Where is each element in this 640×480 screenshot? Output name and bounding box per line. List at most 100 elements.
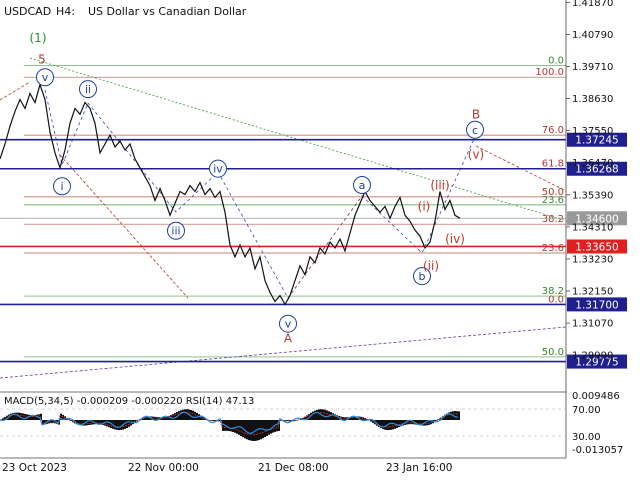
price-tick-label: 1.39710 [572, 62, 613, 73]
fib-level-label: 23.6 [542, 195, 564, 206]
macd-bar [174, 413, 176, 420]
wave-label: B [472, 107, 480, 121]
macd-bar [180, 410, 182, 420]
macd-tick-low: -0.013057 [572, 445, 623, 456]
price-tick-label: 1.32150 [572, 287, 613, 298]
fib-level-label: 38.2 [542, 214, 564, 225]
wave-label: iv [213, 163, 223, 176]
fib-level-label: 0.0 [548, 55, 564, 66]
macd-bar [316, 409, 318, 420]
macd-bar [266, 420, 268, 436]
wave-label: (ii) [423, 259, 439, 273]
macd-bar [120, 420, 122, 430]
time-tick-1: 23 Oct 2023 [2, 462, 67, 474]
fib-level-label: 50.0 [542, 347, 564, 358]
macd-bar [172, 414, 174, 420]
wave-label: (iii) [430, 179, 449, 193]
macd-bar [456, 411, 458, 420]
macd-bar [246, 420, 248, 440]
macd-bar [182, 409, 184, 420]
macd-bar [114, 420, 116, 430]
wave-label: 5 [38, 52, 46, 66]
macd-bar [382, 420, 384, 430]
time-tick-4: 23 Jan 16:00 [386, 462, 452, 474]
macd-bar [450, 411, 452, 420]
macd-bar [222, 420, 224, 431]
macd-bar [194, 411, 196, 420]
rsi-tick-30: 30.00 [572, 432, 601, 443]
time-tick-3: 21 Dec 08:00 [258, 462, 329, 474]
indicator-title: MACD(5,34,5) -0.000209 -0.000220 RSI(14)… [4, 396, 254, 407]
wave-label: iii [171, 225, 180, 238]
chart: 0.0100.076.061.850.023.638.223.638.20.05… [0, 0, 640, 480]
macd-bar [398, 420, 400, 428]
macd-tick-high: 0.009486 [572, 391, 620, 402]
price-tick-label: 1.38630 [572, 94, 613, 105]
price-tick-label: 1.29990 [572, 351, 613, 362]
price-tick-label: 1.34310 [572, 222, 613, 233]
timeframe-label: H4: [56, 5, 75, 18]
macd-bar [318, 409, 320, 420]
macd-bar [186, 409, 188, 420]
fib-level-label: 23.6 [542, 243, 564, 254]
key-level-label: 1.33650 [575, 241, 618, 253]
macd-bar [230, 420, 232, 432]
macd-bar [270, 420, 272, 434]
price-tick-label: 1.37550 [572, 126, 613, 137]
wave-label: i [60, 180, 63, 193]
price-tick-label: 1.35390 [572, 190, 613, 201]
macd-bar [276, 420, 278, 432]
wave-label: v [285, 318, 292, 331]
macd-bar [108, 420, 110, 428]
macd-bar [248, 420, 250, 441]
wave-label: c [472, 124, 478, 137]
wave-label: (iv) [445, 232, 465, 246]
wave-label: (v) [468, 147, 484, 161]
header: USDCAD H4: US Dollar vs Canadian Dollar [4, 5, 247, 18]
macd-bar [118, 420, 120, 431]
macd-bar [228, 420, 230, 432]
macd-bar [260, 420, 262, 440]
macd-bar [184, 409, 186, 420]
macd-bar [392, 420, 394, 430]
key-level-label: 1.31700 [575, 299, 618, 311]
macd-bar [16, 412, 18, 420]
price-tick-label: 1.31070 [572, 319, 613, 330]
macd-bar [454, 411, 456, 420]
fib-level-label: 76.0 [542, 125, 564, 136]
macd-bar [128, 420, 130, 427]
macd-bar [324, 409, 326, 420]
macd-bar [264, 420, 266, 438]
price-tick-label: 1.41870 [572, 0, 613, 9]
macd-bar [390, 420, 392, 430]
macd-bar [258, 420, 260, 441]
wave-label: A [284, 332, 293, 346]
time-tick-2: 22 Nov 00:00 [128, 462, 199, 474]
macd-bar [234, 420, 236, 433]
rsi-tick-70: 70.00 [572, 405, 601, 416]
wave-label: (i) [418, 199, 431, 213]
fib-level-label: 100.0 [535, 67, 564, 78]
macd-bar [250, 420, 252, 441]
macd-bar [268, 420, 270, 435]
macd-bar [332, 413, 334, 420]
macd-bar [252, 420, 254, 441]
price-tick-label: 1.40790 [572, 30, 613, 41]
symbol-label: USDCAD [4, 5, 51, 18]
macd-bar [106, 420, 108, 427]
price-tick-label: 1.33230 [572, 254, 613, 265]
macd-bar [116, 420, 118, 430]
price-tick-label: 1.36470 [572, 158, 613, 169]
wave-label: v [42, 71, 49, 84]
wave-label: (1) [30, 31, 47, 45]
macd-bar [396, 420, 398, 428]
macd-bar [326, 410, 328, 420]
wave-label: ii [85, 83, 91, 96]
macd-bar [232, 420, 234, 432]
instrument-description: US Dollar vs Canadian Dollar [88, 5, 247, 18]
macd-bar [98, 420, 100, 425]
macd-bar [238, 420, 240, 435]
macd-bar [126, 420, 128, 429]
macd-bar [384, 420, 386, 430]
macd-bar [458, 411, 460, 420]
